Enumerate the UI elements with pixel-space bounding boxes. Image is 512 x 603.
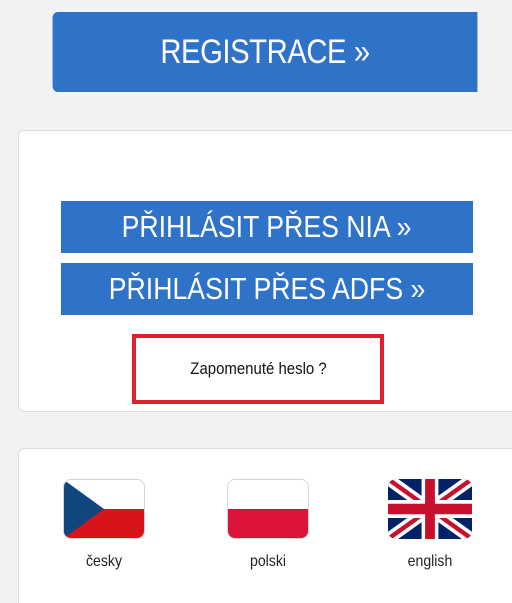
polish-flag-icon[interactable] bbox=[227, 479, 309, 539]
uk-flag-icon[interactable] bbox=[388, 479, 472, 539]
language-english[interactable]: english bbox=[385, 479, 475, 571]
language-czech-label[interactable]: česky bbox=[64, 553, 143, 571]
login-adfs-button[interactable]: PŘIHLÁSIT PŘES ADFS » bbox=[61, 263, 473, 315]
forgot-password-highlight: Zapomenuté heslo ? bbox=[132, 334, 384, 404]
czech-flag-icon[interactable] bbox=[63, 479, 145, 539]
registration-button[interactable]: REGISTRACE » bbox=[52, 12, 478, 92]
language-czech[interactable]: česky bbox=[59, 479, 149, 571]
login-nia-button[interactable]: PŘIHLÁSIT PŘES NIA » bbox=[61, 201, 473, 253]
language-english-label[interactable]: english bbox=[390, 553, 469, 571]
language-panel: česky polski english bbox=[18, 448, 512, 603]
login-panel: PŘIHLÁSIT PŘES NIA » PŘIHLÁSIT PŘES ADFS… bbox=[18, 130, 512, 412]
language-polish-label[interactable]: polski bbox=[228, 553, 307, 571]
forgot-password-link[interactable]: Zapomenuté heslo ? bbox=[190, 359, 326, 379]
registration-label: REGISTRACE » bbox=[160, 32, 370, 71]
login-adfs-label: PŘIHLÁSIT PŘES ADFS » bbox=[108, 271, 426, 306]
login-nia-label: PŘIHLÁSIT PŘES NIA » bbox=[122, 209, 412, 244]
language-polish[interactable]: polski bbox=[223, 479, 313, 571]
